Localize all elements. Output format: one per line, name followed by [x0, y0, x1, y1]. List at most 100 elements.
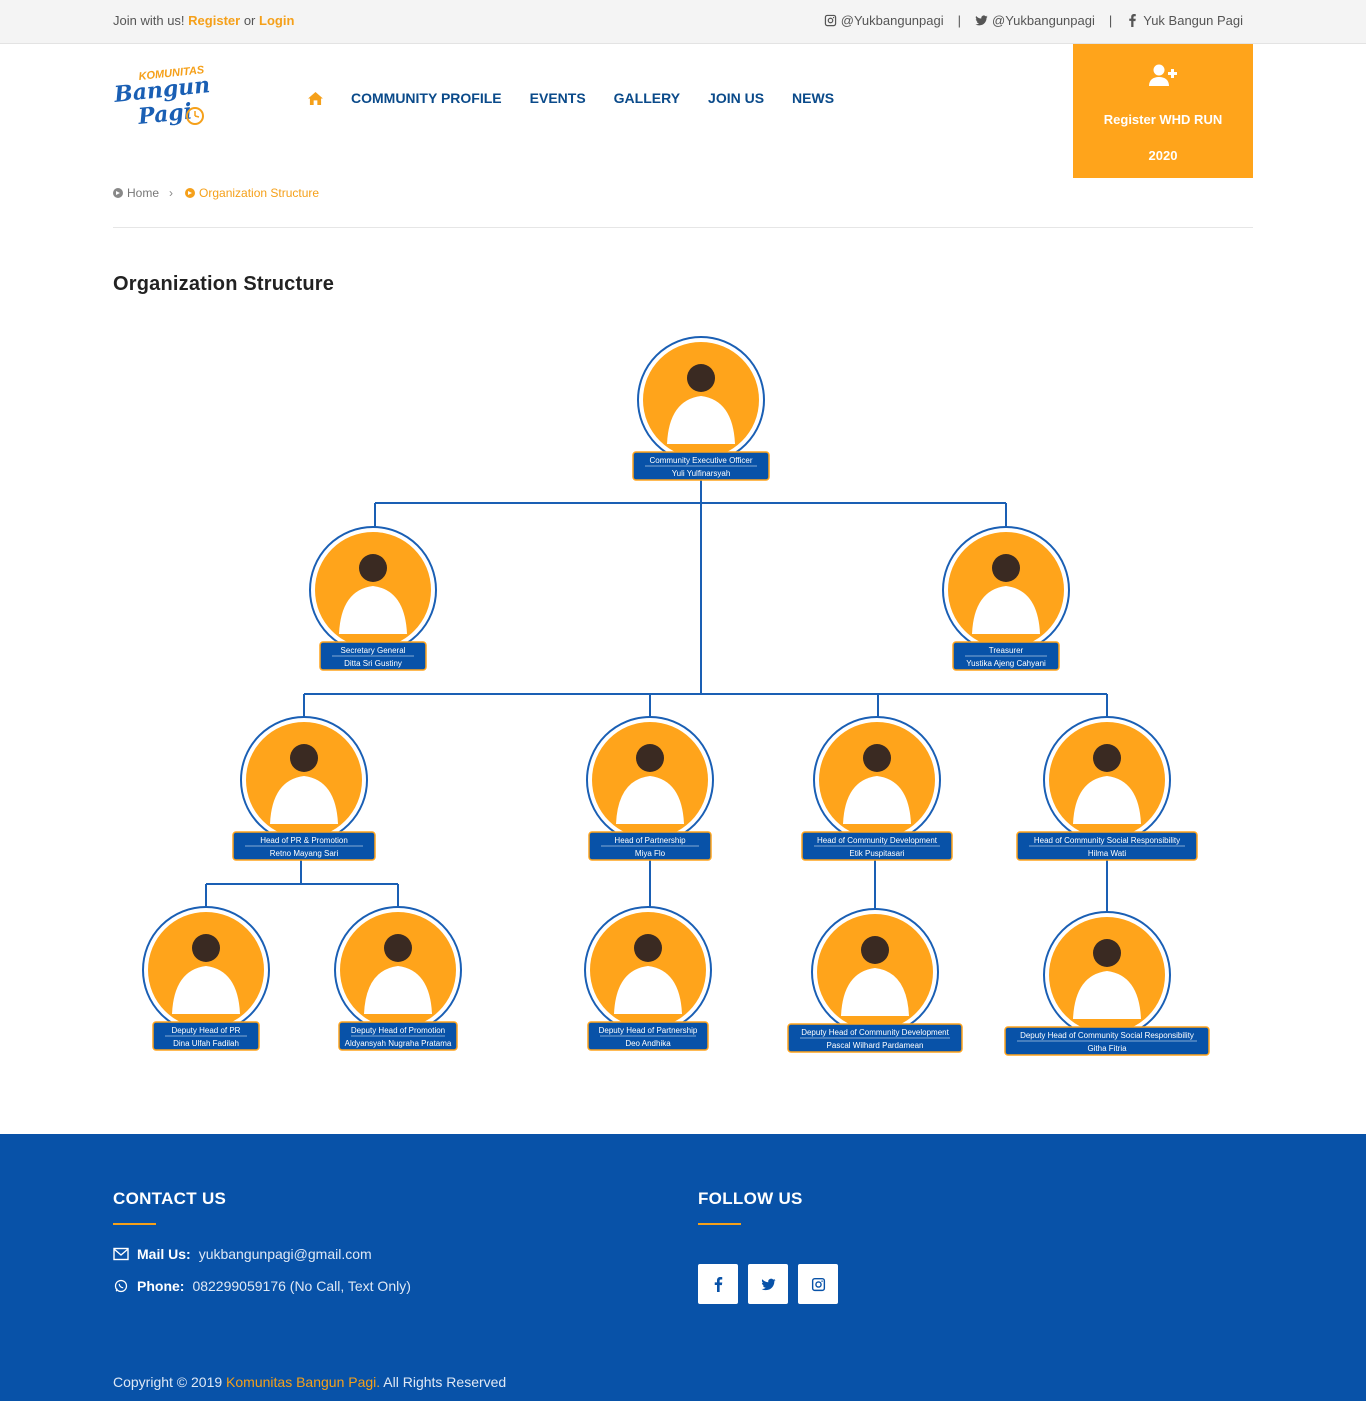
mail-row: Mail Us: yukbangunpagi@gmail.com: [113, 1246, 372, 1262]
footer-instagram-button[interactable]: [798, 1264, 838, 1304]
instagram-handle: @Yukbangunpagi: [840, 13, 944, 28]
register-whd-run-label: Register WHD RUN 2020: [1103, 112, 1223, 163]
org-member: Secretary General Ditta Sri Gustiny: [309, 526, 437, 671]
org-member: Deputy Head of Community Social Responsi…: [1004, 911, 1210, 1056]
person-head-icon: [1093, 939, 1121, 967]
arrow-circle-icon: [113, 188, 123, 198]
envelope-icon: [113, 1247, 129, 1261]
phone-label: Phone:: [137, 1278, 185, 1294]
facebook-icon: [1129, 14, 1136, 27]
contact-us-title: CONTACT US: [113, 1189, 227, 1208]
member-name: Dina Ulfah Fadilah: [173, 1039, 239, 1048]
person-head-icon: [863, 744, 891, 772]
person-head-icon: [290, 744, 318, 772]
copyright-suffix: All Rights Reserved: [383, 1374, 507, 1390]
arrow-circle-icon: [185, 188, 196, 198]
twitter-link[interactable]: @Yukbangunpagi: [975, 13, 1095, 28]
copyright: Copyright © 2019 Komunitas Bangun Pagi. …: [113, 1374, 506, 1390]
instagram-link[interactable]: @Yukbangunpagi: [824, 13, 944, 28]
phone-row: Phone: 082299059176 (No Call, Text Only): [113, 1278, 411, 1294]
member-name: Aldyansyah Nugraha Pratama: [345, 1039, 452, 1048]
member-name: Yustika Ajeng Cahyani: [966, 659, 1046, 668]
person-head-icon: [687, 364, 715, 392]
nav-events[interactable]: EVENTS: [530, 90, 586, 106]
add-user-icon: [1149, 64, 1177, 86]
member-role: Deputy Head of Community Development: [801, 1028, 949, 1037]
member-role: Head of Community Social Responsibility: [1034, 836, 1180, 845]
person-head-icon: [861, 936, 889, 964]
breadcrumb: Home › Organization Structure: [113, 186, 319, 200]
footer-facebook-button[interactable]: [698, 1264, 738, 1304]
contact-underline: [113, 1223, 156, 1225]
member-role: Deputy Head of Community Social Responsi…: [1020, 1031, 1194, 1040]
member-name: Hilma Wati: [1088, 849, 1127, 858]
person-head-icon: [192, 934, 220, 962]
mail-value[interactable]: yukbangunpagi@gmail.com: [199, 1246, 372, 1262]
member-role: Deputy Head of Partnership: [599, 1026, 698, 1035]
register-whd-run-button[interactable]: Register WHD RUN 2020: [1073, 44, 1253, 178]
member-name: Yuli Yulfinarsyah: [672, 469, 731, 478]
logo-line3: Pagi: [136, 98, 193, 130]
person-head-icon: [1093, 744, 1121, 772]
top-bar: Join with us! Register or Login @Yukbang…: [0, 0, 1366, 44]
nav-gallery[interactable]: GALLERY: [614, 90, 680, 106]
mail-label: Mail Us:: [137, 1246, 191, 1262]
org-member: Deputy Head of Promotion Aldyansyah Nugra…: [334, 906, 462, 1051]
separator: |: [957, 13, 962, 28]
org-member: Head of Partnership Miya Flo: [586, 716, 714, 861]
social-links: @Yukbangunpagi | @Yukbangunpagi | Yuk Ba…: [824, 13, 1243, 28]
phone-value: 082299059176 (No Call, Text Only): [192, 1278, 411, 1294]
member-name: Retno Mayang Sari: [270, 849, 339, 858]
member-name: Githa Fitria: [1087, 1044, 1127, 1053]
follow-underline: [698, 1223, 741, 1225]
breadcrumb-home[interactable]: Home: [113, 186, 159, 200]
facebook-page: Yuk Bangun Pagi: [1143, 13, 1243, 28]
breadcrumb-current-label: Organization Structure: [199, 186, 320, 200]
member-role: Deputy Head of Promotion: [351, 1026, 445, 1035]
org-member: Community Executive Officer Yuli Yulfinar…: [632, 336, 770, 481]
instagram-icon: [811, 1277, 825, 1291]
org-member: Head of PR & Promotion Retno Mayang Sari: [232, 716, 376, 861]
org-member: Deputy Head of PR Dina Ulfah Fadilah: [142, 906, 270, 1051]
home-icon: [308, 91, 323, 105]
facebook-icon: [714, 1276, 722, 1292]
chevron-right-icon: ›: [169, 186, 174, 200]
login-link[interactable]: Login: [259, 13, 294, 28]
instagram-icon: [824, 14, 836, 27]
nav-join-us[interactable]: JOIN US: [708, 90, 764, 106]
member-role: Head of Partnership: [614, 836, 686, 845]
breadcrumb-current: Organization Structure: [185, 186, 319, 200]
main-nav: COMMUNITY PROFILE EVENTS GALLERY JOIN US…: [308, 90, 834, 106]
copyright-brand-link[interactable]: Komunitas Bangun Pagi.: [226, 1374, 380, 1390]
site-logo[interactable]: KOMUNITAS Bangun Pagi: [113, 64, 213, 132]
whatsapp-icon: [114, 1279, 128, 1293]
member-role: Community Executive Officer: [650, 456, 753, 465]
footer-twitter-button[interactable]: [748, 1264, 788, 1304]
org-member: Deputy Head of Partnership Deo Andhika: [584, 906, 712, 1051]
join-prompt: Join with us! Register or Login: [113, 13, 294, 28]
person-head-icon: [636, 744, 664, 772]
breadcrumb-home-label: Home: [127, 186, 160, 200]
register-link[interactable]: Register: [188, 13, 240, 28]
person-head-icon: [634, 934, 662, 962]
page-title: Organization Structure: [113, 273, 335, 295]
copyright-prefix: Copyright © 2019: [113, 1374, 223, 1390]
join-text: Join with us!: [113, 13, 185, 28]
member-role: Treasurer: [989, 646, 1024, 655]
person-head-icon: [992, 554, 1020, 582]
member-role: Head of Community Development: [817, 836, 938, 845]
member-role: Deputy Head of PR: [172, 1026, 241, 1035]
facebook-link[interactable]: Yuk Bangun Pagi: [1126, 13, 1243, 28]
member-name: Pascal Wilhard Pardamean: [827, 1041, 924, 1050]
footer: CONTACT US Mail Us: yukbangunpagi@gmail.…: [0, 1134, 1366, 1401]
twitter-icon: [975, 15, 988, 26]
member-role: Head of PR & Promotion: [260, 836, 348, 845]
nav-news[interactable]: NEWS: [792, 90, 834, 106]
nav-home[interactable]: [308, 91, 323, 105]
org-chart-graphic: Community Executive Officer Yuli Yulfinar…: [142, 336, 1210, 1056]
nav-community-profile[interactable]: COMMUNITY PROFILE: [351, 90, 502, 106]
twitter-handle: @Yukbangunpagi: [992, 13, 1095, 28]
or-text: or: [243, 13, 256, 28]
person-head-icon: [384, 934, 412, 962]
member-name: Ditta Sri Gustiny: [344, 659, 402, 668]
